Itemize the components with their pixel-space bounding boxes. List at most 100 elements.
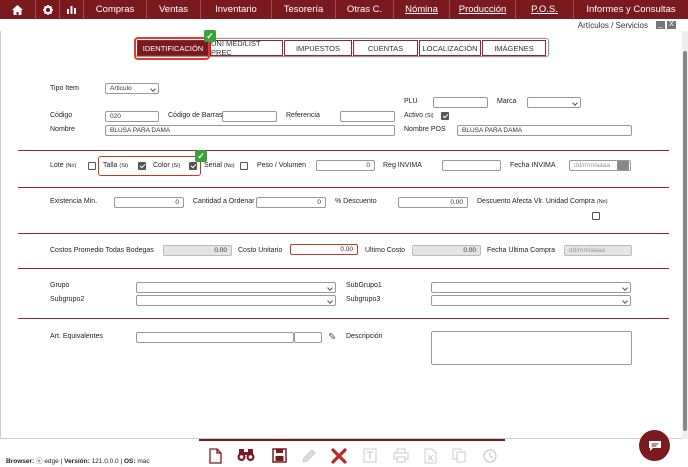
subgrupo3-label: Subgrupo3 (346, 296, 381, 303)
referencia-label: Referencia (286, 112, 320, 119)
subgrupo1-select[interactable] (431, 282, 631, 293)
edge-icon: ⓔ (36, 458, 43, 465)
divider (18, 150, 669, 151)
nombre-label: Nombre (50, 126, 75, 133)
referencia-input[interactable] (340, 111, 395, 122)
cantidad-input[interactable]: 0 (256, 197, 326, 208)
divider (18, 187, 669, 188)
tipo-item-label: Tipo Item (50, 85, 79, 92)
excel-icon (421, 448, 439, 467)
gear-icon[interactable] (36, 0, 60, 19)
tab-uni-med[interactable]: UNI MED/LIST PREC (210, 39, 283, 57)
costos-label: Costos Promedio Todas Bodegas (50, 247, 154, 254)
descripcion-textarea[interactable] (431, 331, 632, 365)
tipo-item-select[interactable]: Articulo (105, 83, 159, 94)
form-frame (0, 31, 683, 439)
window-title: Artículos / Servicios (577, 21, 648, 30)
subgrupo3-select[interactable] (431, 295, 631, 306)
art-equiv-label: Art. Equivalentes (50, 333, 103, 340)
marca-select[interactable] (527, 97, 581, 108)
tab-imagenes[interactable]: IMÁGENES (482, 40, 546, 56)
fecha-invima-label: Fecha INVIMA (510, 162, 556, 169)
serial-checkbox[interactable] (240, 162, 248, 170)
ultimo-costo-input: 0.00 (412, 245, 481, 256)
divider (18, 268, 669, 269)
binoculars-icon[interactable] (237, 448, 255, 465)
activo-checkbox[interactable] (441, 112, 449, 120)
close-button[interactable]: X (667, 21, 676, 29)
checkmark-icon: ✓ (195, 150, 207, 162)
costo-unit-label: Costo Unitario (238, 247, 283, 254)
edit-icon (300, 448, 318, 467)
nombre-input[interactable]: BLUSA PARA DAMA (105, 125, 395, 136)
tab-localizacion[interactable]: LOCALIZACIÓN (419, 40, 481, 56)
nav-produccion[interactable]: Producción (450, 0, 516, 19)
lote-checkbox[interactable] (88, 162, 96, 170)
existencia-label: Existencia Min. (50, 198, 98, 205)
nav-tesoreria[interactable]: Tesorería (272, 0, 336, 19)
delete-icon[interactable] (330, 448, 348, 467)
highlight-tab (134, 37, 210, 60)
nombre-pos-label: Nombre POS (404, 126, 446, 133)
cantidad-label: Cantidad a Ordenar (193, 198, 255, 205)
costo-unit-input[interactable]: 0.00 (290, 244, 358, 255)
top-nav: Compras Ventas Inventario Tesorería Otra… (0, 0, 688, 19)
codigo-input[interactable]: 020 (105, 111, 159, 122)
home-icon[interactable] (0, 0, 36, 19)
tab-impuestos[interactable]: IMPUESTOS (284, 40, 352, 56)
nav-inventario[interactable]: Inventario (201, 0, 272, 19)
art-equiv-code[interactable] (294, 332, 322, 343)
pencil-icon[interactable]: ✎ (328, 332, 336, 343)
existencia-input[interactable]: 0 (114, 197, 184, 208)
descuento-label: % Descuento (335, 198, 377, 205)
codigo-barras-input[interactable] (222, 111, 277, 122)
nombre-pos-input[interactable]: BLUSA PARA DAMA (457, 125, 632, 136)
copy-icon (450, 448, 468, 466)
save-icon[interactable] (270, 448, 288, 466)
reg-invima-label: Reg INVIMA (383, 162, 422, 169)
subgrupo2-select[interactable] (136, 295, 336, 306)
bar-chart-icon[interactable] (60, 0, 84, 19)
grupo-label: Grupo (50, 282, 70, 289)
fecha-compra-input: dd/mm/aaaa (564, 245, 632, 256)
plu-input[interactable] (433, 97, 488, 108)
browser-info: Browser: ⓔ edge | Versión: 121.0.0.0 | O… (6, 458, 150, 465)
scrollbar[interactable] (682, 31, 688, 439)
subgrupo2-label: Subgrupo2 (50, 296, 85, 303)
print-icon (392, 448, 410, 466)
window-titlebar: Artículos / Servicios _ X (0, 19, 688, 31)
chat-icon[interactable] (639, 430, 670, 461)
costos-input: 0.00 (163, 245, 232, 256)
plu-label: PLU (404, 98, 418, 105)
codigo-label: Código (50, 112, 73, 119)
marca-label: Marca (497, 98, 517, 105)
minimize-button[interactable]: _ (656, 21, 665, 29)
peso-label: Peso / Volumen (257, 162, 307, 169)
subgrupo1-label: SubGrupo1 (346, 282, 382, 289)
nav-pos[interactable]: P.O.S. (516, 0, 574, 19)
reg-invima-input[interactable] (442, 160, 501, 171)
serial-label: Serial (No) (204, 162, 235, 169)
nav-otras[interactable]: Otras C. (336, 0, 394, 19)
nav-ventas[interactable]: Ventas (147, 0, 201, 19)
calendar-icon[interactable] (617, 161, 629, 170)
nav-informes[interactable]: Informes y Consultas (574, 0, 688, 19)
art-equiv-input[interactable] (136, 332, 294, 343)
highlight-talla-color (98, 156, 201, 176)
grupo-select[interactable] (136, 282, 336, 293)
nav-nomina[interactable]: Nómina (394, 0, 450, 19)
tab-cuentas[interactable]: CUENTAS (353, 40, 418, 56)
descripcion-label: Descripción (346, 333, 383, 340)
activo-label: Activo (Si) (404, 112, 434, 119)
lote-label: Lote (No) (50, 162, 77, 169)
peso-input[interactable]: 0 (316, 160, 375, 171)
nav-compras[interactable]: Compras (84, 0, 147, 19)
desc-afecta-label: Descuento Afecta Vlr. Unidad Compra (No) (477, 198, 608, 205)
text-icon (361, 448, 379, 466)
descuento-input[interactable]: 0.00 (398, 197, 468, 208)
history-icon (481, 448, 499, 467)
new-document-icon[interactable] (206, 448, 224, 467)
desc-afecta-checkbox[interactable] (592, 212, 600, 220)
checkmark-icon: ✓ (204, 30, 216, 42)
ultimo-costo-label: Ultimo Costo (365, 247, 406, 254)
